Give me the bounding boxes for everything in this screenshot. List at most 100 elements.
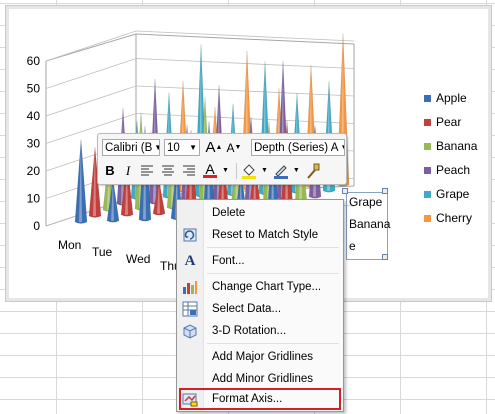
chevron-down-icon[interactable]: ▼ — [222, 167, 229, 174]
menu-item-label: Select Data... — [212, 303, 282, 315]
menu-item-label: Reset to Match Style — [212, 229, 319, 241]
chevron-down-icon[interactable]: ▼ — [261, 167, 268, 174]
legend-item: Cherry — [424, 206, 477, 230]
menu-item-reset-to-match-style[interactable]: Reset to Match Style — [177, 224, 343, 246]
grow-font-button[interactable]: A ▲ — [205, 138, 223, 157]
font-name-combo[interactable]: Calibri (B▼ — [102, 139, 160, 156]
italic-button[interactable]: I — [121, 161, 135, 180]
depth-axis-label: Grape — [349, 195, 383, 209]
bold-icon: B — [105, 163, 115, 178]
y-tick-label: 20 — [27, 164, 41, 178]
selection-handle[interactable] — [382, 188, 388, 194]
legend-swatch — [424, 214, 431, 222]
legend-label: Grape — [436, 187, 470, 201]
bold-button[interactable]: B — [102, 161, 118, 180]
depth-axis-label: e — [349, 239, 356, 253]
chevron-down-icon: ▼ — [152, 143, 159, 152]
menu-item-label: Delete — [212, 207, 246, 219]
menu-item-label: Add Minor Gridlines — [212, 373, 313, 385]
y-tick-label: 40 — [27, 109, 41, 123]
font-icon: A — [184, 252, 196, 269]
font-color-icon: A — [205, 161, 215, 177]
rotation-3d-icon — [182, 323, 198, 339]
depth-axis-selection[interactable]: Grape Banana e — [346, 192, 391, 260]
menu-item-delete[interactable]: Delete — [177, 202, 343, 224]
menu-separator — [207, 273, 339, 274]
y-tick-label: 0 — [33, 219, 40, 233]
menu-item-select-data[interactable]: Select Data... — [177, 298, 343, 320]
font-color-swatch — [203, 175, 217, 178]
shape-outline-button[interactable] — [272, 161, 290, 180]
paint-bucket-icon — [241, 163, 256, 179]
font-name-value: Calibri (B — [105, 141, 153, 154]
legend-label: Cherry — [436, 211, 473, 225]
y-axis-labels: 60 50 40 30 20 10 0 — [27, 54, 41, 233]
font-size-combo[interactable]: 10 ▼ — [164, 139, 200, 156]
x-tick-label: Wed — [126, 252, 150, 266]
legend-swatch — [424, 142, 431, 150]
legend-swatch — [424, 190, 431, 198]
select-data-icon — [182, 301, 198, 317]
menu-item-label: Add Major Gridlines — [212, 351, 313, 363]
font-size-value: 10 — [167, 141, 180, 154]
grow-font-icon: A — [205, 139, 216, 156]
chevron-down-icon[interactable]: ▼ — [293, 167, 300, 174]
format-axis-icon — [182, 391, 198, 407]
selection-handle[interactable] — [382, 254, 388, 260]
menu-item-label: Change Chart Type... — [212, 281, 322, 293]
shrink-font-button[interactable]: A ▼ — [226, 138, 242, 157]
align-right-button[interactable] — [180, 161, 198, 180]
legend-item: Peach — [424, 158, 477, 182]
menu-item-add-minor-gridlines[interactable]: Add Minor Gridlines — [177, 368, 343, 390]
selection-handle[interactable] — [342, 188, 348, 194]
menu-separator — [207, 247, 339, 248]
y-tick-label: 50 — [27, 82, 41, 96]
format-painter-icon — [307, 163, 320, 179]
legend-item: Apple — [424, 86, 477, 110]
reset-style-icon — [182, 227, 198, 243]
chevron-down-icon: ▼ — [189, 143, 197, 152]
legend-swatch — [424, 118, 431, 126]
legend-item: Grape — [424, 182, 477, 206]
pen-outline-icon — [273, 164, 288, 179]
shape-fill-button[interactable] — [240, 161, 258, 180]
chart-element-combo[interactable]: Depth (Series) A▼ — [251, 139, 345, 156]
shrink-font-icon: A — [226, 140, 235, 155]
menu-item-change-chart-type[interactable]: Change Chart Type... — [177, 276, 343, 298]
depth-axis-label: Banana — [349, 217, 391, 231]
x-tick-label: Mon — [58, 238, 81, 252]
x-tick-label: Tue — [92, 245, 113, 259]
menu-item-3d-rotation[interactable]: 3-D Rotation... — [177, 320, 343, 342]
legend-swatch — [424, 166, 431, 174]
menu-item-format-axis[interactable]: Format Axis... — [179, 388, 341, 410]
legend-item: Banana — [424, 134, 477, 158]
legend-label: Banana — [436, 139, 478, 153]
menu-item-font[interactable]: A Font... — [177, 250, 343, 272]
context-menu: Delete Reset to Match Style A Font... Ch… — [176, 199, 344, 412]
align-right-icon — [183, 165, 195, 176]
align-center-icon — [162, 165, 174, 176]
y-tick-label: 60 — [27, 54, 41, 68]
menu-item-label: Font... — [212, 255, 245, 267]
align-left-button[interactable] — [138, 161, 156, 180]
chart-element-value: Depth (Series) A — [254, 141, 339, 154]
mini-toolbar: Calibri (B▼ 10▼ A▲ A▼ Depth (Series) A▼ … — [97, 133, 347, 185]
legend-label: Apple — [436, 91, 467, 105]
format-painter-button[interactable] — [304, 161, 322, 180]
align-center-button[interactable] — [159, 161, 177, 180]
font-color-button[interactable]: A — [201, 161, 219, 180]
y-tick-label: 10 — [27, 192, 41, 206]
legend-swatch — [424, 94, 431, 102]
legend-item: Pear — [424, 110, 477, 134]
chart-legend[interactable]: Apple Pear Banana Peach Grape Cherry — [424, 86, 477, 230]
legend-label: Peach — [436, 163, 471, 177]
toolbar-separator — [235, 162, 237, 179]
gridline — [45, 30, 355, 62]
italic-icon: I — [125, 162, 131, 178]
y-tick-label: 30 — [27, 137, 41, 151]
menu-item-label: 3-D Rotation... — [212, 325, 287, 337]
menu-item-add-major-gridlines[interactable]: Add Major Gridlines — [177, 346, 343, 368]
menu-separator — [207, 343, 339, 344]
chevron-down-icon: ▼ — [338, 143, 344, 152]
chart-type-icon — [182, 279, 198, 295]
